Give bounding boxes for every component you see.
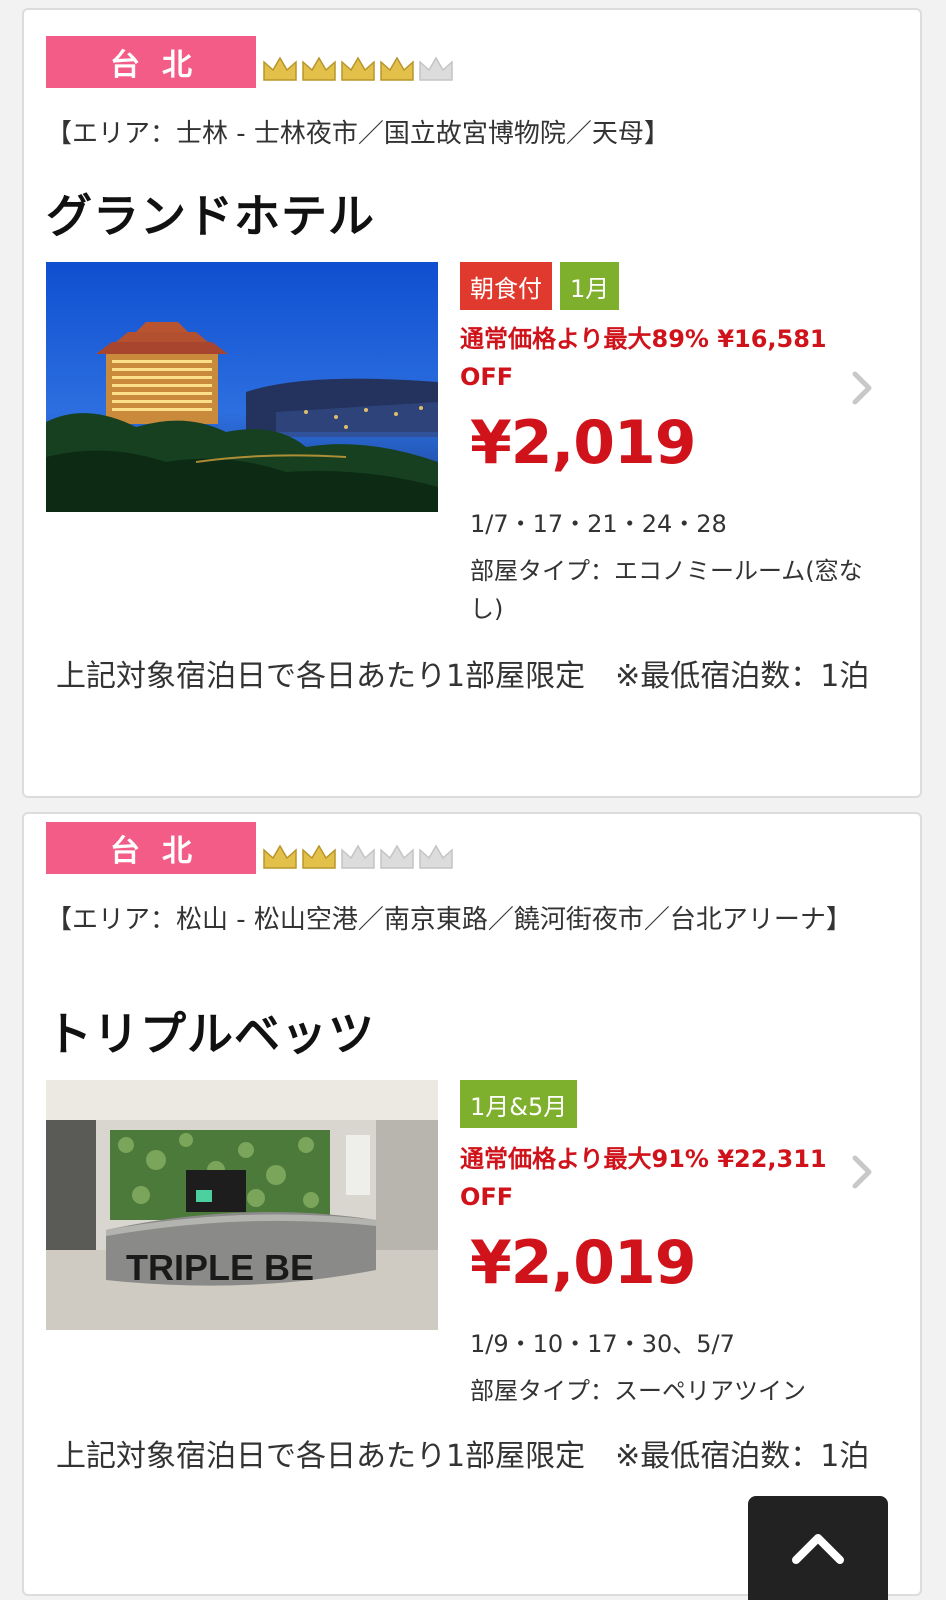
crown-empty-icon bbox=[341, 844, 375, 869]
chevron-right-icon[interactable] bbox=[850, 1152, 874, 1192]
crown-filled-icon bbox=[302, 56, 336, 81]
scroll-to-top-button[interactable] bbox=[748, 1496, 888, 1600]
crown-filled-icon bbox=[341, 56, 375, 81]
photo-sign-text: TRIPLE BE bbox=[126, 1247, 314, 1288]
crown-rating bbox=[262, 842, 454, 872]
limit-note: 上記対象宿泊日で各日あたり1部屋限定 ※最低宿泊数：1泊 bbox=[56, 659, 870, 694]
hotel-photo-image: TRIPLE BE bbox=[46, 1080, 438, 1330]
crown-filled-icon bbox=[380, 56, 414, 81]
available-dates: 1/9・10・17・30、5/7 bbox=[470, 1330, 735, 1358]
hotel-photo[interactable] bbox=[46, 262, 438, 512]
region-badge: 台北 bbox=[46, 822, 256, 874]
crown-empty-icon bbox=[419, 56, 453, 81]
room-type: 部屋タイプ：エコノミールーム(窓なし) bbox=[470, 557, 863, 623]
area-label: 【エリア：松山 - 松山空港／南京東路／饒河街夜市／台北アリーナ】 bbox=[46, 905, 852, 935]
chevron-right-icon[interactable] bbox=[850, 368, 874, 408]
region-badge: 台北 bbox=[46, 36, 256, 88]
tag-month: 1月 bbox=[560, 262, 620, 310]
price: ¥2,019 bbox=[470, 408, 697, 478]
limit-note: 上記対象宿泊日で各日あたり1部屋限定 ※最低宿泊数：1泊 bbox=[56, 1439, 870, 1474]
crown-empty-icon bbox=[419, 844, 453, 869]
tag-breakfast: 朝食付 bbox=[460, 262, 552, 310]
available-dates: 1/7・17・21・24・28 bbox=[470, 510, 727, 538]
tag-list: 朝食付 1月 bbox=[460, 262, 620, 310]
crown-filled-icon bbox=[263, 844, 297, 869]
hotel-card-grand-hotel[interactable]: 台北 【エリア：士林 - 士林夜市／国立故宮博物院／天母】 グランドホテル 朝食… bbox=[22, 8, 922, 798]
price: ¥2,019 bbox=[470, 1228, 697, 1298]
hotel-photo-image bbox=[46, 262, 438, 512]
tag-month: 1月&5月 bbox=[460, 1080, 578, 1128]
discount-text: 通常価格より最大91% ¥22,311 OFF bbox=[460, 1145, 827, 1211]
crown-filled-icon bbox=[302, 844, 336, 869]
discount-text: 通常価格より最大89% ¥16,581 OFF bbox=[460, 325, 827, 391]
hotel-name[interactable]: グランドホテル bbox=[46, 180, 375, 246]
crown-rating bbox=[262, 54, 454, 84]
hotel-photo[interactable]: TRIPLE BE bbox=[46, 1080, 438, 1330]
page: 台北 【エリア：士林 - 士林夜市／国立故宮博物院／天母】 グランドホテル 朝食… bbox=[0, 0, 946, 1600]
hotel-name[interactable]: トリプルベッツ bbox=[46, 998, 375, 1064]
tag-list: 1月&5月 bbox=[460, 1080, 578, 1128]
area-label: 【エリア：士林 - 士林夜市／国立故宮博物院／天母】 bbox=[46, 119, 670, 149]
room-type: 部屋タイプ：スーペリアツイン bbox=[470, 1377, 806, 1405]
crown-empty-icon bbox=[380, 844, 414, 869]
hotel-card-triple-beds[interactable]: 台北 【エリア：松山 - 松山空港／南京東路／饒河街夜市／台北アリーナ】 トリプ… bbox=[22, 812, 922, 1596]
chevron-up-icon bbox=[792, 1534, 844, 1564]
crown-filled-icon bbox=[263, 56, 297, 81]
